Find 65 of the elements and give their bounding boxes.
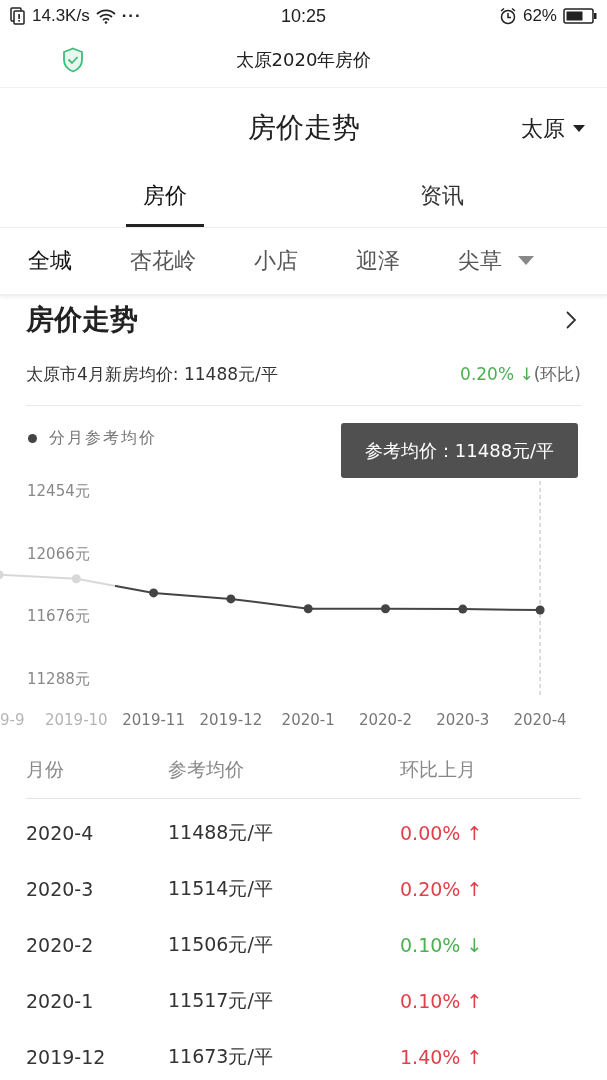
data-point[interactable] xyxy=(303,604,313,614)
data-point[interactable] xyxy=(458,604,468,614)
wifi-icon xyxy=(95,8,116,24)
table-cell-text: 11673元/平 xyxy=(168,1044,274,1069)
data-point[interactable] xyxy=(226,594,236,604)
district-tab[interactable]: 尖草 xyxy=(458,246,502,276)
clock-time: 10:25 xyxy=(280,5,326,27)
table-cell-text: 0.10% ↑ xyxy=(400,990,484,1012)
change-note: (环比) xyxy=(533,364,581,384)
axis-label: 2019-12 xyxy=(198,711,264,729)
tooltip: 参考均价：11488元/平 xyxy=(341,423,578,478)
table-cell-text: 11488元/平 xyxy=(168,820,274,845)
legend-dot xyxy=(28,434,37,443)
battery-percent: 62% xyxy=(522,6,557,26)
network-speed: 14.3K/s xyxy=(32,6,90,26)
district-tab[interactable]: 小店 xyxy=(254,246,298,276)
axis-label: 12454元 xyxy=(27,482,90,501)
legend-label: 分月参考均价 xyxy=(49,428,157,449)
table-cell-text: 11506元/平 xyxy=(168,932,274,957)
axis-label: 2020-4 xyxy=(512,711,568,729)
battery-icon xyxy=(563,8,597,24)
table-cell-text: 2019-12 xyxy=(26,1046,107,1068)
tab[interactable]: 房价 xyxy=(126,168,204,227)
page-title: 太原2020年房价 xyxy=(235,47,372,72)
table-cell-text: 2020-3 xyxy=(26,878,95,900)
price-summary: 太原市4月新房均价: 11488元/平 xyxy=(26,363,278,386)
district-tab[interactable]: 杏花岭 xyxy=(130,246,196,276)
column-header: 参考均价 xyxy=(168,756,245,782)
price-change: 0.20% ↓ xyxy=(460,364,534,384)
more-indicator: ··· xyxy=(121,6,142,26)
column-header: 月份 xyxy=(26,756,65,782)
data-point[interactable] xyxy=(381,604,390,614)
dropdown-caret-icon[interactable] xyxy=(518,256,534,266)
axis-label: 2019-11 xyxy=(121,711,186,729)
axis-label: 12066元 xyxy=(27,544,90,564)
axis-label: 2020-2 xyxy=(357,711,414,729)
table-cell-text: 1.40% ↑ xyxy=(400,1046,484,1068)
table-cell-text: 2020-2 xyxy=(26,934,95,956)
axis-label: 2020-1 xyxy=(280,711,336,729)
tab[interactable]: 资讯 xyxy=(403,168,481,227)
city-selector[interactable]: 太原 xyxy=(521,114,585,144)
header-title: 房价走势 xyxy=(247,110,360,146)
table-cell-text: 0.00% ↑ xyxy=(400,822,484,844)
axis-label: 2020-3 xyxy=(435,711,491,729)
table-cell-text: 0.20% ↑ xyxy=(400,878,484,900)
alarm-icon xyxy=(498,7,517,25)
column-header: 环比上月 xyxy=(400,756,477,782)
chevron-right-icon[interactable] xyxy=(565,310,577,330)
axis-label: 9-9 xyxy=(0,711,25,729)
axis-label: 11676元 xyxy=(27,607,90,627)
data-point[interactable] xyxy=(149,588,159,598)
axis-label: 2019-10 xyxy=(43,711,109,729)
notification-icon xyxy=(10,7,26,25)
district-tab[interactable]: 迎泽 xyxy=(356,246,400,276)
table-cell-text: 2020-4 xyxy=(26,822,95,844)
district-tab[interactable]: 全城 xyxy=(28,246,72,276)
table-cell-text: 11514元/平 xyxy=(168,876,274,901)
data-point[interactable] xyxy=(535,605,545,615)
table-cell-text: 0.10% ↓ xyxy=(400,934,484,956)
axis-label: 11288元 xyxy=(27,670,90,689)
shield-check-icon xyxy=(62,47,84,73)
table-cell-text: 2020-1 xyxy=(26,990,95,1012)
table-cell-text: 11517元/平 xyxy=(168,988,274,1013)
section-title: 房价走势 xyxy=(26,302,138,338)
caret-icon xyxy=(573,125,585,133)
